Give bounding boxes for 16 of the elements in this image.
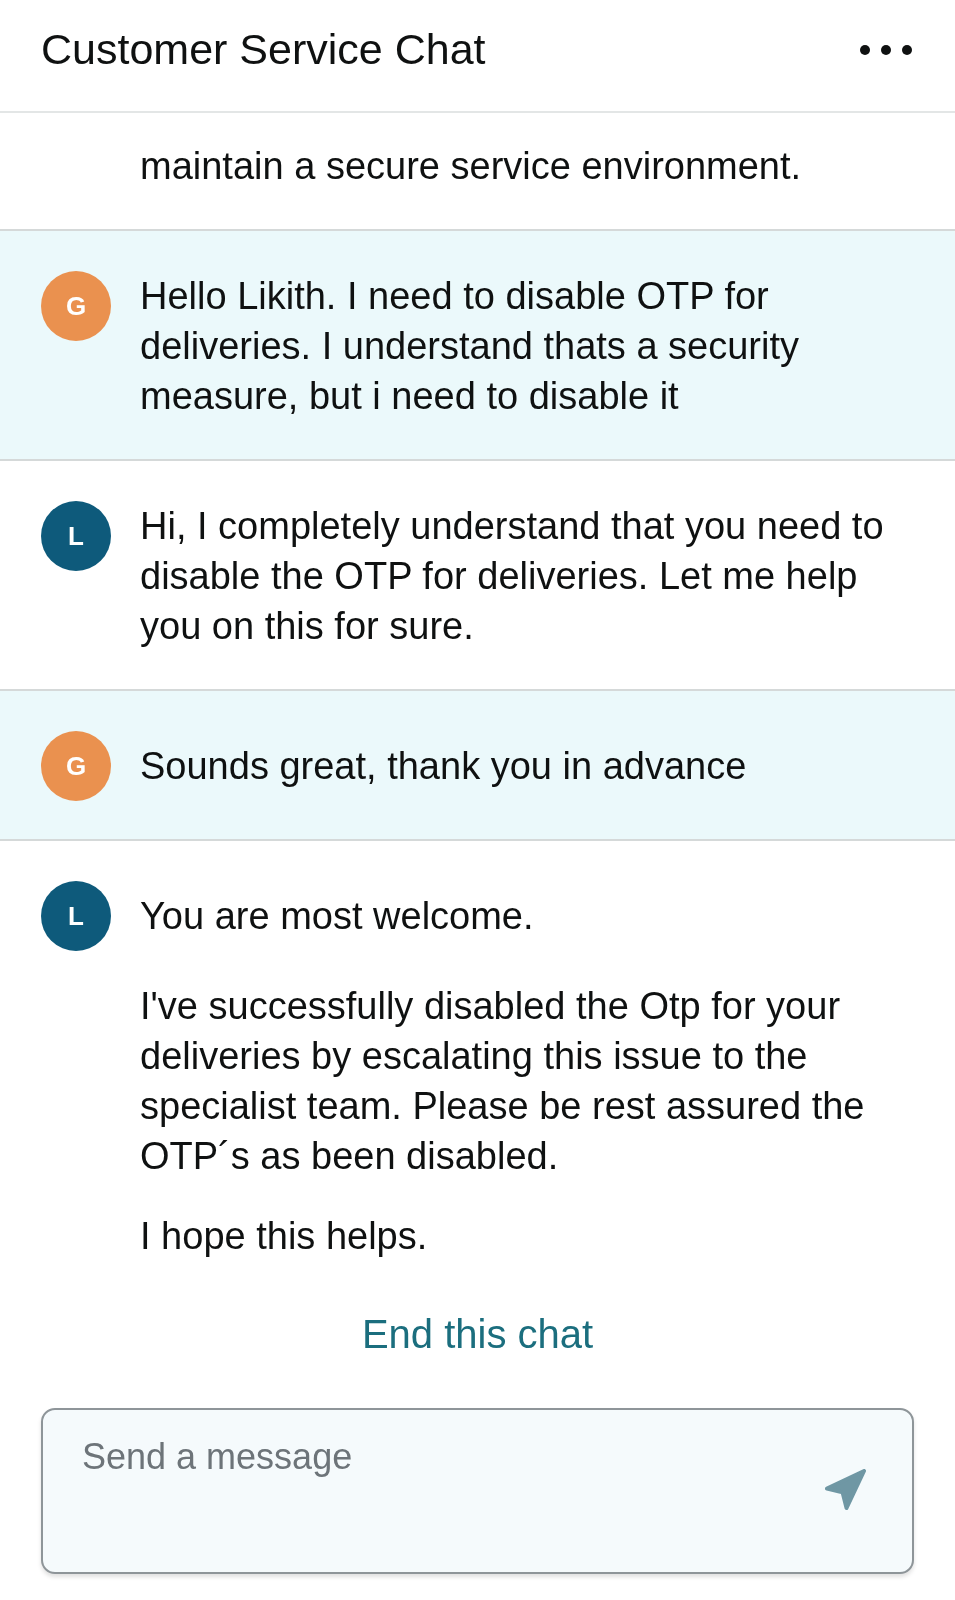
avatar: L [41,501,111,571]
message-text: Hi, I completely understand that you need to disable the OTP for deliveries. Let me help you on this for sure. [140,504,885,649]
avatar: L [41,881,111,951]
message-text: Hello Likith. I need to disable OTP for deliveries. I understand thats a security measure, but i need to disable it [140,274,800,419]
message-text: I've successfully disabled the Otp for your deliveries by escalating this issue to the specialist team. Please be rest assured the OTP´s as been disabled. [140,984,866,1179]
window-title: Customer Service Chat [41,24,486,75]
message-text: I hope this helps. [140,1214,429,1259]
avatar: G [41,731,111,801]
more-icon[interactable] [860,45,912,55]
end-chat-link[interactable]: End this chat [361,1309,594,1359]
send-icon[interactable] [825,1469,866,1510]
message-text: Sounds great, thank you in advance [140,744,747,789]
message-input[interactable]: Send a message [41,1408,914,1574]
message-text: maintain a secure service environment. [140,144,802,189]
message-text: You are most welcome. [140,894,534,939]
avatar: G [41,271,111,341]
